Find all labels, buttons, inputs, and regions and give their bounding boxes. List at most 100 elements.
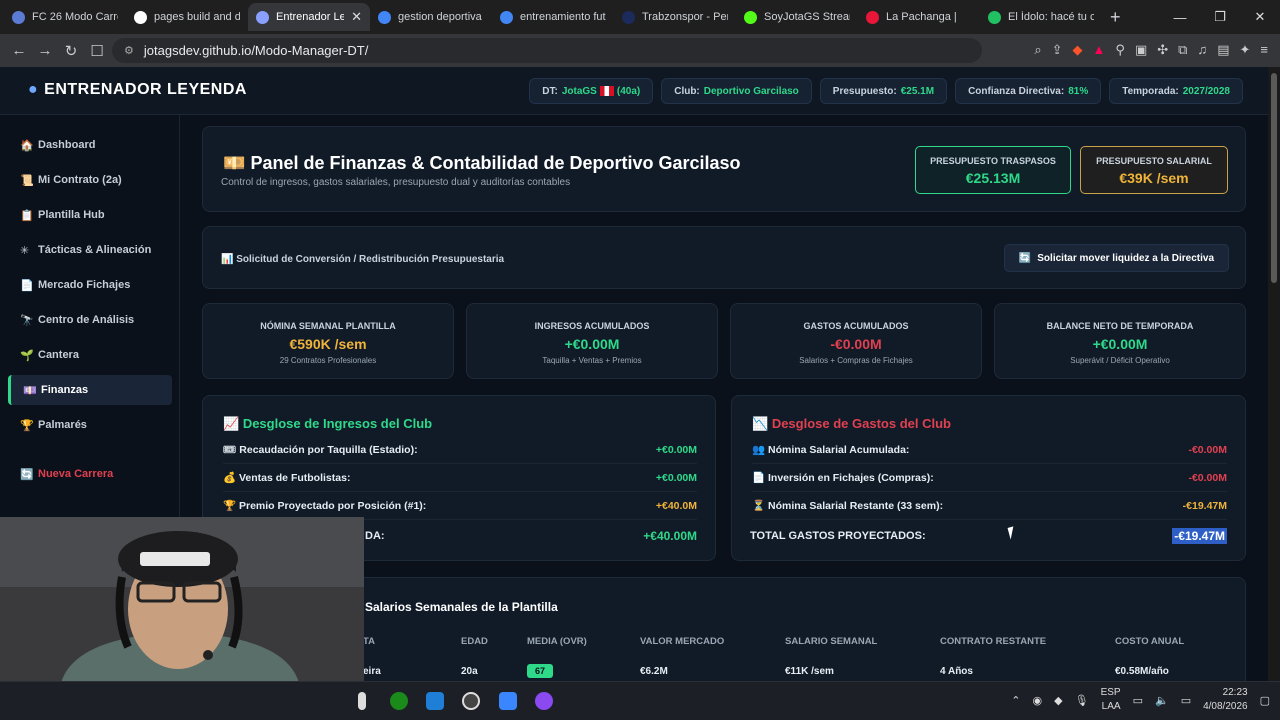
tray-mic-icon[interactable]: 🎙 [1075,694,1089,707]
notifications-icon[interactable]: ▢ [1260,694,1270,707]
column-header[interactable]: MEDIA (OVR) [527,636,587,647]
column-header[interactable]: COSTO ANUAL [1115,636,1184,647]
sidebar-item-mi-contrato-2a-[interactable]: 📜 Mi Contrato (2a) [8,165,172,195]
row-label: 🎟 Recaudación por Taquilla (Estadio): [223,443,418,456]
column-header[interactable]: EDAD [461,636,488,647]
puzzle-icon[interactable]: ✣ [1157,42,1168,58]
pill-value: €25.1M [900,85,935,97]
bookmark-icon[interactable]: ☐ [84,42,110,60]
tab-title: entrenamiento fut [520,11,606,23]
stat-card: NÓMINA SEMANAL PLANTILLA €590K /sem 29 Con… [202,303,454,379]
sidebar-item-label: Mercado Fichajes [38,279,131,291]
extension-icon[interactable]: ⚲ [1115,42,1125,58]
browser-tab[interactable]: Trabzonspor - Perf [614,3,736,31]
table-cell: 67 [527,664,554,678]
sidebar-item-label: Cantera [38,349,79,361]
tray-defender-icon[interactable]: ◆ [1054,694,1062,707]
minimize-button[interactable]: — [1160,10,1200,25]
app-icon-1[interactable] [358,692,366,710]
stats-row: NÓMINA SEMANAL PLANTILLA €590K /sem 29 Con… [202,303,1246,379]
maximize-button[interactable]: ❐ [1200,9,1240,25]
sidebar-item-palmarés[interactable]: 🏆 Palmarés [8,410,172,440]
peru-flag-icon [599,86,614,96]
tray-chevron-icon[interactable]: ⌃ [1011,694,1020,707]
stat-label: GASTOS ACUMULADOS [803,321,909,331]
reload-button[interactable]: ↻ [58,42,84,60]
expense-total-label: TOTAL GASTOS PROYECTADOS: [750,530,926,542]
header-pill: DT: JotaGS (40a) [529,78,654,104]
stat-label: NÓMINA SEMANAL PLANTILLA [260,321,396,331]
brave-shield-icon[interactable]: ◆ [1073,42,1083,58]
battery-icon[interactable]: ▭ [1181,694,1191,707]
sidebar-item-icon: 🔭 [20,314,34,327]
network-icon[interactable]: ▭ [1133,694,1143,707]
sidebar-icon[interactable]: ▤ [1217,42,1229,58]
browser-tab[interactable]: SoyJotaGS Stream [736,3,858,31]
share-icon[interactable]: ⇪ [1052,42,1063,58]
browser-toolbar-icons: ⌕ ⇪ ◆ ▲ ⚲ ▣ ✣ ⧉ ♫ ▤ ✦ ≡ [1034,42,1268,58]
leo-icon[interactable]: ✦ [1240,42,1251,58]
sidebar-item-cantera[interactable]: 🌱 Cantera [8,340,172,370]
menu-icon[interactable]: ≡ [1260,42,1268,58]
page-title: 💴 Panel de Finanzas & Contabilidad de De… [223,153,741,174]
row-icon: 💰 [223,472,237,484]
column-header[interactable]: TA [363,636,375,647]
top-header: ● ENTRENADOR LEYENDA DT: JotaGS (40a) Club: D… [0,67,1268,115]
expense-title: 📉 Desglose de Gastos del Club [752,416,951,432]
language-indicator[interactable]: ESP LAA [1101,686,1121,714]
new-tab-button[interactable]: + [1110,7,1121,28]
zoom-icon[interactable]: ⌕ [1034,42,1041,58]
browser-tab[interactable]: Entrenador Le ✕ [248,3,370,31]
wallet-icon[interactable]: ▣ [1135,42,1147,58]
vscode-icon[interactable] [426,692,444,710]
browser-tab[interactable]: FC 26 Modo Carre [4,3,126,31]
column-header[interactable]: SALARIO SEMANAL [785,636,877,647]
sidebar-item-plantilla-hub[interactable]: 📋 Plantilla Hub [8,200,172,230]
app-icon-5[interactable] [499,692,517,710]
xbox-icon[interactable] [390,692,408,710]
tab-search-icon[interactable]: ⧉ [1178,42,1187,58]
sidebar-item-nueva-carrera[interactable]: 🔄 Nueva Carrera [8,459,172,489]
tray-app-icon[interactable]: ◉ [1033,694,1043,707]
trend-down-icon: 📉 [752,416,769,431]
sidebar-item-tácticas-alineación[interactable]: ✳ Tácticas & Alineación [8,235,172,265]
sidebar-item-icon: 📜 [20,174,34,187]
sidebar-item-icon: 🔄 [20,468,34,481]
sidebar-item-finanzas[interactable]: 💷 Finanzas [8,375,172,405]
forward-button[interactable]: → [32,42,58,59]
sidebar-item-centro-de-análisis[interactable]: 🔭 Centro de Análisis [8,305,172,335]
rewards-icon[interactable]: ▲ [1093,42,1106,58]
clock-time: 22:23 [1222,687,1248,698]
scrollbar-thumb[interactable] [1271,73,1277,283]
github-icon[interactable] [535,692,553,710]
sidebar-item-dashboard[interactable]: 🏠 Dashboard [8,130,172,160]
browser-tab[interactable]: El Ídolo: hacé tu ca [980,3,1102,31]
sidebar-item-mercado-fichajes[interactable]: 📄 Mercado Fichajes [8,270,172,300]
browser-tab-strip: FC 26 Modo Carre pages build and d Entrena… [0,0,1280,34]
stat-value: €590K /sem [289,336,367,352]
stat-label: INGRESOS ACUMULADOS [534,321,650,331]
request-liquidity-button[interactable]: 🔄 Solicitar mover liquidez a la Directiva [1003,244,1229,272]
address-bar: ← → ↻ ☐ ⚙ jotagsdev.github.io/Modo-Manag… [0,34,1280,67]
column-header[interactable]: VALOR MERCADO [640,636,724,647]
back-button[interactable]: ← [6,42,32,59]
refresh-icon: 🔄 [1018,252,1032,264]
volume-icon[interactable]: 🔈 [1155,694,1169,707]
url-input[interactable]: ⚙ jotagsdev.github.io/Modo-Manager-DT/ [112,38,982,63]
row-label-text: Inversión en Fichajes (Compras): [768,472,934,484]
site-info-icon[interactable]: ⚙ [124,44,134,57]
close-tab-icon[interactable]: ✕ [351,9,362,25]
row-label-text: Nómina Salarial Acumulada: [768,444,910,456]
obs-icon[interactable] [462,692,480,710]
close-window-button[interactable]: ✕ [1240,9,1280,25]
browser-tab[interactable]: gestion deportiva [370,3,492,31]
media-icon[interactable]: ♫ [1197,42,1207,58]
clock[interactable]: 22:23 4/08/2026 [1203,686,1248,714]
sidebar-item-icon: ✳ [20,244,30,257]
row-value: +€0.00M [655,443,697,456]
column-header[interactable]: CONTRATO RESTANTE [940,636,1046,647]
browser-tab[interactable]: pages build and d [126,3,248,31]
browser-tab[interactable]: entrenamiento fut [492,3,614,31]
browser-tab[interactable]: La Pachanga | [858,3,980,31]
page-scrollbar[interactable] [1268,67,1280,681]
